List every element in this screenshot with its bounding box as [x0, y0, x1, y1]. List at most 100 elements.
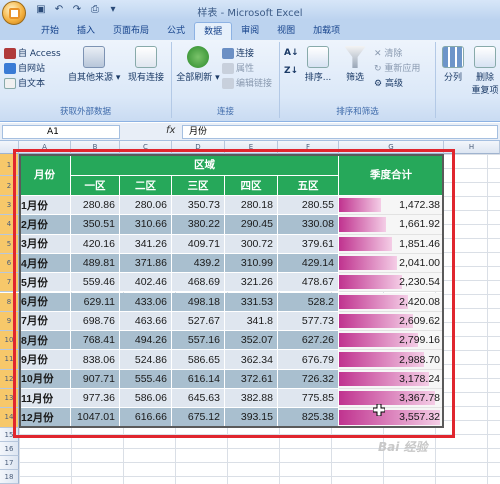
name-box[interactable]: A1: [2, 125, 120, 139]
total-cell[interactable]: 2,609.62: [339, 311, 444, 332]
value-cell[interactable]: 775.85: [278, 389, 339, 409]
value-cell[interactable]: 977.36: [71, 389, 120, 409]
header-total-cell[interactable]: 季度合计: [339, 154, 444, 196]
value-cell[interactable]: 726.32: [278, 369, 339, 389]
from-web-button[interactable]: 自网站: [4, 61, 45, 74]
row-header[interactable]: 10: [0, 331, 19, 351]
value-cell[interactable]: 498.18: [172, 292, 225, 312]
row-header[interactable]: 13: [0, 389, 19, 409]
value-cell[interactable]: 310.99: [225, 253, 278, 274]
total-cell[interactable]: 1,661.92: [339, 215, 444, 235]
total-cell[interactable]: 3,367.78: [339, 389, 444, 409]
value-cell[interactable]: 321.26: [225, 273, 278, 293]
value-cell[interactable]: 380.22: [172, 215, 225, 235]
column-header[interactable]: G: [339, 141, 444, 154]
value-cell[interactable]: 768.41: [71, 331, 120, 351]
header-subregion-cell[interactable]: 五区: [278, 176, 339, 196]
sort-asc-button[interactable]: A↓: [284, 48, 299, 58]
value-cell[interactable]: 420.16: [71, 234, 120, 254]
column-header[interactable]: A: [19, 141, 71, 154]
row-header[interactable]: 2: [0, 176, 19, 196]
reapply-filter-button[interactable]: ↻ 重新应用: [374, 61, 420, 74]
clear-filter-button[interactable]: ✕ 清除: [374, 46, 402, 59]
header-subregion-cell[interactable]: 一区: [71, 176, 120, 196]
existing-connections-button[interactable]: 现有连接: [124, 46, 168, 83]
total-cell[interactable]: 3,557.32: [339, 408, 444, 428]
value-cell[interactable]: 402.46: [120, 273, 172, 293]
value-cell[interactable]: 629.11: [71, 292, 120, 312]
value-cell[interactable]: 350.51: [71, 215, 120, 235]
row-header[interactable]: 15: [0, 427, 19, 442]
value-cell[interactable]: 586.65: [172, 350, 225, 370]
header-subregion-cell[interactable]: 三区: [172, 176, 225, 196]
value-cell[interactable]: 557.16: [172, 331, 225, 351]
row-header[interactable]: 9: [0, 311, 19, 332]
value-cell[interactable]: 1047.01: [71, 408, 120, 428]
month-cell[interactable]: 9月份: [19, 350, 71, 370]
value-cell[interactable]: 280.18: [225, 196, 278, 216]
row-header[interactable]: 6: [0, 253, 19, 274]
column-header[interactable]: E: [225, 141, 278, 154]
value-cell[interactable]: 676.79: [278, 350, 339, 370]
month-cell[interactable]: 3月份: [19, 234, 71, 254]
value-cell[interactable]: 559.46: [71, 273, 120, 293]
month-cell[interactable]: 4月份: [19, 253, 71, 274]
value-cell[interactable]: 393.15: [225, 408, 278, 428]
value-cell[interactable]: 330.08: [278, 215, 339, 235]
value-cell[interactable]: 433.06: [120, 292, 172, 312]
value-cell[interactable]: 280.86: [71, 196, 120, 216]
tab-review[interactable]: 审阅: [232, 22, 268, 40]
properties-button[interactable]: 属性: [222, 61, 254, 74]
from-other-sources-button[interactable]: 自其他来源 ▾: [68, 46, 120, 83]
tab-view[interactable]: 视图: [268, 22, 304, 40]
row-header[interactable]: 5: [0, 234, 19, 254]
value-cell[interactable]: 627.26: [278, 331, 339, 351]
value-cell[interactable]: 468.69: [172, 273, 225, 293]
sort-desc-button[interactable]: Z↓: [284, 66, 298, 76]
row-header[interactable]: 17: [0, 455, 19, 470]
column-header[interactable]: D: [172, 141, 225, 154]
row-header[interactable]: 12: [0, 369, 19, 389]
edit-links-button[interactable]: 编辑链接: [222, 76, 272, 89]
row-header[interactable]: 16: [0, 441, 19, 456]
value-cell[interactable]: 577.73: [278, 311, 339, 332]
value-cell[interactable]: 527.67: [172, 311, 225, 332]
month-cell[interactable]: 8月份: [19, 331, 71, 351]
value-cell[interactable]: 429.14: [278, 253, 339, 274]
column-header[interactable]: C: [120, 141, 172, 154]
row-header[interactable]: 11: [0, 350, 19, 370]
month-cell[interactable]: 12月份: [19, 408, 71, 428]
connections-button[interactable]: 连接: [222, 46, 254, 59]
value-cell[interactable]: 362.34: [225, 350, 278, 370]
total-cell[interactable]: 2,988.70: [339, 350, 444, 370]
value-cell[interactable]: 555.46: [120, 369, 172, 389]
remove-duplicates-button[interactable]: 删除 重复项: [470, 46, 500, 96]
header-subregion-cell[interactable]: 四区: [225, 176, 278, 196]
select-all-corner[interactable]: [0, 141, 19, 154]
tab-insert[interactable]: 插入: [68, 22, 104, 40]
value-cell[interactable]: 463.66: [120, 311, 172, 332]
value-cell[interactable]: 907.71: [71, 369, 120, 389]
formula-input[interactable]: 月份: [182, 125, 498, 139]
value-cell[interactable]: 290.45: [225, 215, 278, 235]
row-header[interactable]: 4: [0, 215, 19, 235]
value-cell[interactable]: 825.38: [278, 408, 339, 428]
row-header[interactable]: 7: [0, 273, 19, 293]
month-cell[interactable]: 11月份: [19, 389, 71, 409]
column-header[interactable]: F: [278, 141, 339, 154]
row-header[interactable]: 18: [0, 469, 19, 484]
value-cell[interactable]: 371.86: [120, 253, 172, 274]
value-cell[interactable]: 379.61: [278, 234, 339, 254]
row-header[interactable]: 8: [0, 292, 19, 312]
value-cell[interactable]: 524.86: [120, 350, 172, 370]
header-region-cell[interactable]: 区域: [71, 154, 339, 176]
total-cell[interactable]: 2,799.16: [339, 331, 444, 351]
from-access-button[interactable]: 自 Access: [4, 46, 61, 59]
value-cell[interactable]: 489.81: [71, 253, 120, 274]
value-cell[interactable]: 439.2: [172, 253, 225, 274]
month-cell[interactable]: 5月份: [19, 273, 71, 293]
row-header[interactable]: 3: [0, 196, 19, 216]
text-to-columns-button[interactable]: 分列: [440, 46, 466, 83]
value-cell[interactable]: 478.67: [278, 273, 339, 293]
tab-page-layout[interactable]: 页面布局: [104, 22, 158, 40]
